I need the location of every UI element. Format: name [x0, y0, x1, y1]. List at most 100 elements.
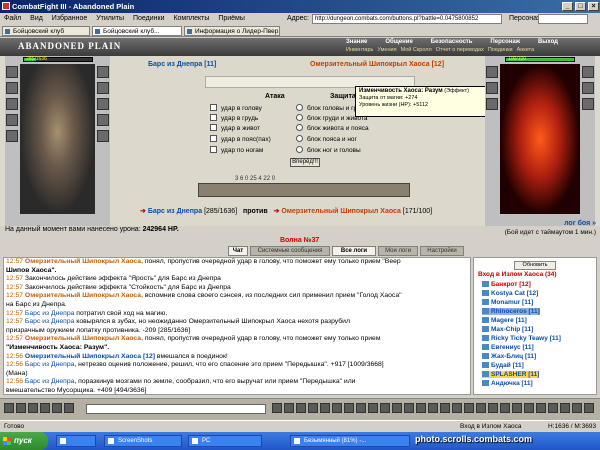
- block-belt-legs[interactable]: блок пояса и ног: [296, 135, 357, 145]
- menu-file[interactable]: Файл: [4, 15, 21, 22]
- menu-techniques[interactable]: Приёмы: [218, 15, 245, 22]
- block-stomach-belt[interactable]: блок живота и пояса: [296, 124, 369, 134]
- user-item[interactable]: Monamur [11]: [482, 299, 533, 306]
- user-item[interactable]: Kostya Cat [12]: [482, 290, 538, 297]
- user-item[interactable]: Андючка [11]: [482, 380, 533, 387]
- subnav-inventory[interactable]: Инвентарь: [346, 47, 373, 53]
- battle-log-link[interactable]: лог боя »: [564, 220, 596, 227]
- toolbar-icon-14[interactable]: [368, 403, 378, 413]
- go-button[interactable]: Вперёд!!!: [290, 158, 320, 167]
- user-item[interactable]: Будай [11]: [482, 362, 524, 369]
- attack-chest[interactable]: удар в грудь: [210, 114, 258, 124]
- user-item[interactable]: Банкрот [12]: [482, 281, 531, 288]
- refresh-button[interactable]: Обновить: [514, 261, 556, 270]
- user-item[interactable]: Max-Chip [11]: [482, 326, 533, 333]
- toolbar-icon-15[interactable]: [380, 403, 390, 413]
- toolbar-icon-32[interactable]: [584, 403, 594, 413]
- menu-battles[interactable]: Поединки: [133, 15, 165, 22]
- toolbar-icon-10[interactable]: [320, 403, 330, 413]
- toolbar-icon-27[interactable]: [524, 403, 534, 413]
- user-item[interactable]: SPLASHER [11]: [482, 371, 540, 378]
- toolbar-icon-13[interactable]: [356, 403, 366, 413]
- subnav-battles[interactable]: Поединки: [488, 47, 513, 53]
- attack-legs[interactable]: удар по ногам: [210, 146, 263, 156]
- toolbar-icon-7[interactable]: [284, 403, 294, 413]
- enemy-slot-3[interactable]: [486, 98, 498, 110]
- toolbar-icon-26[interactable]: [512, 403, 522, 413]
- smiley-icon[interactable]: [272, 403, 282, 413]
- toolbar-icon-5[interactable]: [52, 403, 62, 413]
- task-item[interactable]: [56, 435, 96, 447]
- toolbar-icon-29[interactable]: [548, 403, 558, 413]
- toolbar-icon-2[interactable]: [16, 403, 26, 413]
- persona-field[interactable]: [538, 14, 588, 24]
- toolbar-icon-22[interactable]: [464, 403, 474, 413]
- attack-groin[interactable]: удар в пояс(пах): [210, 135, 271, 145]
- toolbar-icon-4[interactable]: [40, 403, 50, 413]
- toolbar-icon-11[interactable]: [332, 403, 342, 413]
- equip-slot-gloves[interactable]: [97, 82, 109, 94]
- subnav-profile[interactable]: Анкета: [517, 47, 535, 53]
- subnav-transfers[interactable]: Отчет о переводах: [436, 47, 484, 53]
- nav-knowledge[interactable]: Знание: [346, 39, 367, 45]
- toolbar-icon-19[interactable]: [428, 403, 438, 413]
- equip-slot-weapon[interactable]: [6, 98, 18, 110]
- toolbar-icon-20[interactable]: [440, 403, 450, 413]
- maximize-button[interactable]: □: [575, 2, 586, 11]
- equip-slot-shield[interactable]: [97, 98, 109, 110]
- minimize-button[interactable]: _: [562, 2, 573, 11]
- toolbar-icon-12[interactable]: [344, 403, 354, 413]
- toolbar-icon-28[interactable]: [536, 403, 546, 413]
- equip-slot-ring[interactable]: [97, 130, 109, 142]
- nav-exit[interactable]: Выход: [538, 39, 558, 45]
- attack-head[interactable]: удар в голову: [210, 104, 262, 114]
- toolbar-icon-6[interactable]: [64, 403, 74, 413]
- right-fighter-avatar[interactable]: [500, 64, 580, 214]
- task-screenshots[interactable]: ScreenShots: [104, 435, 182, 447]
- toolbar-icon-24[interactable]: [488, 403, 498, 413]
- toolbar-icon-16[interactable]: [392, 403, 402, 413]
- enemy-slot-5[interactable]: [582, 82, 594, 94]
- techniques-strip[interactable]: [198, 183, 410, 197]
- nav-character[interactable]: Персонаж: [490, 39, 520, 45]
- user-item[interactable]: Евгениус [11]: [482, 344, 534, 351]
- equip-slot-earrings[interactable]: [97, 66, 109, 78]
- toolbar-icon-17[interactable]: [404, 403, 414, 413]
- enemy-slot-6[interactable]: [582, 98, 594, 110]
- user-item[interactable]: Magere [11]: [482, 317, 527, 324]
- close-button[interactable]: ×: [588, 2, 599, 11]
- menu-utilities[interactable]: Утилиты: [96, 15, 124, 22]
- equip-slot-armor[interactable]: [6, 114, 18, 126]
- enemy-slot-4[interactable]: [582, 66, 594, 78]
- equip-slot-boots[interactable]: [97, 114, 109, 126]
- user-item[interactable]: Rhinoceros [11]: [482, 308, 540, 315]
- enemy-slot-2[interactable]: [486, 82, 498, 94]
- block-legs-head[interactable]: блок ног и головы: [296, 146, 361, 156]
- task-pc[interactable]: PC: [188, 435, 262, 447]
- chat-input[interactable]: [86, 404, 266, 414]
- toolbar-icon-9[interactable]: [308, 403, 318, 413]
- toolbar-icon-23[interactable]: [476, 403, 486, 413]
- tab-all-logs[interactable]: Все логи: [332, 246, 376, 256]
- browser-tab-3[interactable]: Информация о Лидер-Пвер: [184, 26, 280, 36]
- toolbar-icon-30[interactable]: [560, 403, 570, 413]
- menu-favorites[interactable]: Избранное: [52, 15, 87, 22]
- nav-communication[interactable]: Общение: [385, 39, 412, 45]
- equip-slot-belt[interactable]: [6, 130, 18, 142]
- enemy-slot-1[interactable]: [486, 66, 498, 78]
- tab-chat[interactable]: Чат: [228, 246, 248, 256]
- toolbar-icon-8[interactable]: [296, 403, 306, 413]
- menu-sets[interactable]: Комплекты: [173, 15, 209, 22]
- toolbar-icon-18[interactable]: [416, 403, 426, 413]
- browser-tab-2[interactable]: Бойцовский клуб...: [92, 26, 182, 36]
- equip-slot-amulet[interactable]: [6, 82, 18, 94]
- tab-settings[interactable]: Настройки: [420, 246, 464, 256]
- toolbar-icon-21[interactable]: [452, 403, 462, 413]
- attack-stomach[interactable]: удар в живот: [210, 124, 260, 134]
- subnav-scroll[interactable]: Мой Скролл: [401, 47, 432, 53]
- task-untitled[interactable]: Безымянный (81%) -...: [290, 435, 410, 447]
- user-item[interactable]: Жах-Блиц [11]: [482, 353, 536, 360]
- subnav-skills[interactable]: Умения: [377, 47, 396, 53]
- tab-my-logs[interactable]: Мои логи: [378, 246, 418, 256]
- browser-tab-1[interactable]: Бойцовский клуб: [2, 26, 90, 36]
